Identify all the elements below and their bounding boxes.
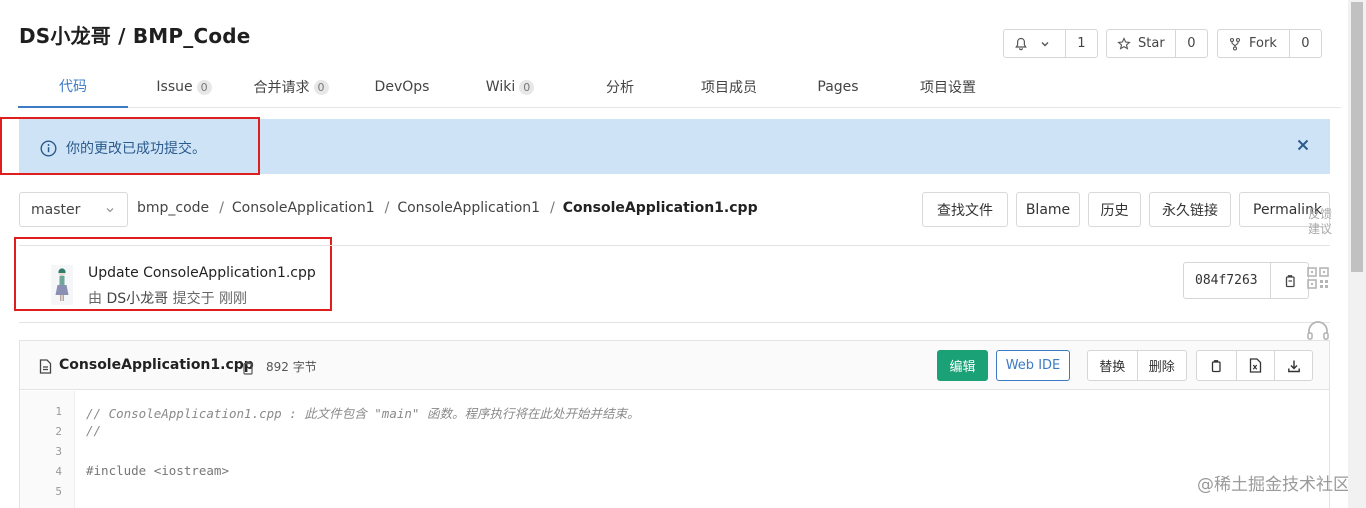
raw-file-icon	[1249, 358, 1262, 373]
last-commit: Update ConsoleApplication1.cpp 由 DS小龙哥 提…	[19, 245, 1330, 323]
edit-button[interactable]: 编辑	[937, 350, 988, 381]
bell-icon	[1015, 37, 1027, 50]
tab-label: Issue	[156, 79, 193, 95]
line-number: 2	[55, 425, 62, 438]
commit-prefix: 由	[88, 291, 102, 307]
close-icon[interactable]	[1296, 138, 1310, 152]
code-line: #include <iostream>	[86, 463, 229, 478]
copy-content-button[interactable]	[1197, 351, 1236, 380]
file-viewer: ConsoleApplication1.cpp 892 字节 编辑 Web ID…	[19, 340, 1330, 508]
tab-code[interactable]: 代码	[18, 66, 128, 108]
chevron-down-icon	[106, 208, 114, 213]
file-size: 892 字节	[266, 360, 317, 374]
blame-button[interactable]: Blame	[1016, 192, 1080, 227]
feedback-button[interactable]: 反馈建议	[1304, 207, 1336, 237]
code-line: //	[86, 423, 102, 438]
tab-pages[interactable]: Pages	[808, 66, 868, 108]
breadcrumb-dir[interactable]: ConsoleApplication1	[232, 200, 375, 216]
code-line: // ConsoleApplication1.cpp : 此文件包含 "main…	[86, 406, 640, 421]
qr-code-icon[interactable]	[1306, 266, 1330, 290]
line-number-gutter: 1 2 3 4 5	[20, 391, 75, 508]
avatar[interactable]	[51, 265, 73, 305]
tab-label: 分析	[606, 80, 634, 96]
history-button[interactable]: 历史	[1088, 192, 1141, 227]
star-count: 0	[1174, 30, 1207, 57]
tab-merge-requests[interactable]: 合并请求 0	[248, 66, 334, 108]
tab-analysis[interactable]: 分析	[594, 66, 646, 108]
tab-label: Pages	[817, 79, 859, 95]
repo-title[interactable]: DS小龙哥 / BMP_Code	[19, 20, 251, 49]
scrollbar-thumb[interactable]	[1351, 2, 1363, 272]
breadcrumb: bmp_code / ConsoleApplication1/ConsoleAppl…	[137, 200, 758, 216]
replace-button[interactable]: 替换	[1088, 351, 1137, 380]
replace-delete-group: 替换 删除	[1087, 350, 1187, 381]
copy-icon[interactable]	[1283, 274, 1297, 288]
tab-label: Wiki	[485, 79, 516, 95]
breadcrumb-dir[interactable]: ConsoleApplication1	[397, 200, 540, 216]
watch-count: 1	[1064, 30, 1097, 57]
tab-devops[interactable]: DevOps	[367, 66, 437, 108]
download-button[interactable]	[1274, 351, 1312, 380]
star-label: Star	[1138, 36, 1165, 51]
fork-label: Fork	[1249, 36, 1277, 51]
tab-badge: 0	[519, 79, 535, 95]
file-icon	[39, 359, 52, 374]
tab-label: 合并请求	[253, 80, 310, 96]
web-ide-button[interactable]: Web IDE	[996, 350, 1070, 381]
commit-time: 提交于 刚刚	[172, 291, 248, 307]
tab-label: 代码	[59, 79, 87, 95]
file-tools-group	[1196, 350, 1313, 381]
branch-value: master	[31, 201, 81, 218]
tab-label: 项目成员	[701, 80, 757, 96]
tab-settings[interactable]: 项目设置	[908, 66, 988, 108]
line-number: 4	[55, 465, 62, 478]
line-number: 3	[55, 445, 62, 458]
permalink-cn-button[interactable]: 永久链接	[1149, 192, 1231, 227]
raw-button[interactable]	[1235, 351, 1275, 380]
copy-path-icon[interactable]	[242, 361, 255, 375]
fork-icon	[1229, 37, 1241, 51]
breadcrumb-file: ConsoleApplication1.cpp	[562, 200, 758, 216]
branch-select[interactable]: master	[19, 192, 128, 227]
tab-issue[interactable]: Issue 0	[150, 66, 218, 108]
watch-dropdown[interactable]	[1004, 30, 1065, 57]
feedback-label: 反馈建议	[1307, 207, 1332, 236]
fork-button[interactable]: Fork 0	[1217, 29, 1322, 58]
line-number: 1	[55, 405, 62, 418]
line-number: 5	[55, 485, 62, 498]
star-button[interactable]: Star 0	[1106, 29, 1208, 58]
find-file-button[interactable]: 查找文件	[922, 192, 1008, 227]
watch-button[interactable]: 1	[1003, 29, 1098, 58]
file-name: ConsoleApplication1.cpp	[59, 357, 254, 373]
commit-meta: 由 DS小龙哥 提交于 刚刚	[88, 288, 247, 308]
delete-button[interactable]: 删除	[1136, 351, 1187, 380]
commit-sha-box: 084f7263	[1183, 262, 1309, 299]
download-icon	[1287, 360, 1300, 372]
highlight-box-alert	[0, 117, 260, 175]
tab-label: DevOps	[374, 79, 430, 95]
star-icon	[1117, 36, 1131, 50]
fork-count: 0	[1288, 30, 1321, 57]
breadcrumb-root[interactable]: bmp_code	[137, 200, 209, 216]
tab-wiki[interactable]: Wiki 0	[480, 66, 540, 108]
commit-sha[interactable]: 084f7263	[1184, 263, 1271, 298]
tab-badge: 0	[313, 79, 329, 95]
tab-badge: 0	[196, 79, 212, 95]
chevron-down-icon	[1041, 41, 1049, 46]
file-header: ConsoleApplication1.cpp 892 字节 编辑 Web ID…	[20, 341, 1329, 390]
copy-icon	[1212, 359, 1221, 372]
repo-tabs: 代码 Issue 0 合并请求 0 DevOps Wiki 0 分析 项目成员 Pag…	[18, 66, 1341, 108]
tab-members[interactable]: 项目成员	[692, 66, 766, 108]
commit-author[interactable]: DS小龙哥	[106, 291, 168, 307]
tab-label: 项目设置	[920, 80, 976, 96]
watermark: @稀土掘金技术社区	[1197, 475, 1350, 495]
commit-title[interactable]: Update ConsoleApplication1.cpp	[88, 265, 316, 281]
